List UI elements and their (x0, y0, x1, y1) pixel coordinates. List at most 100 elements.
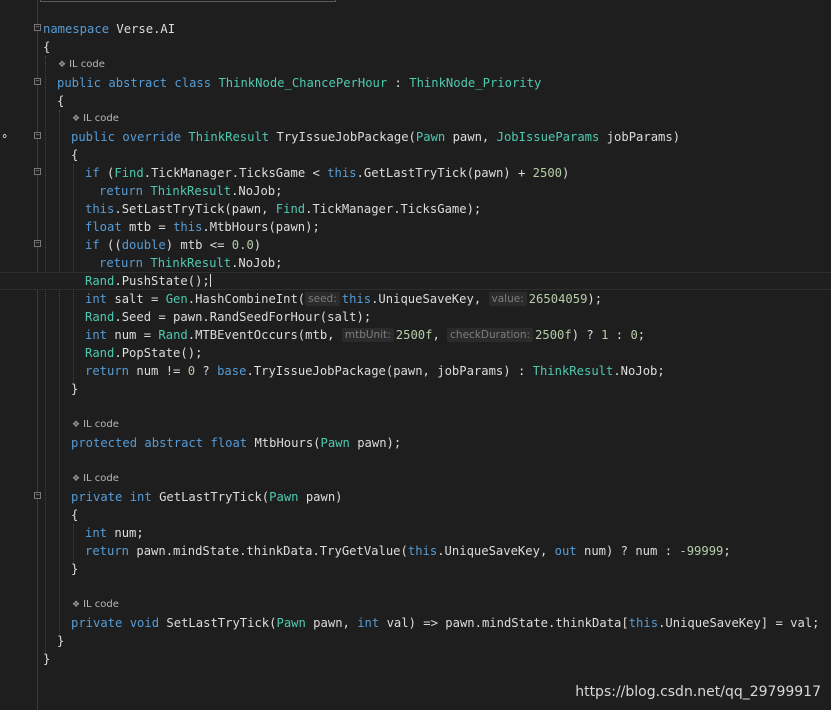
code-token: pawn); (349, 436, 402, 450)
code-token: pawn) (298, 490, 343, 504)
il-code-icon: ❖ (72, 420, 81, 430)
code-lens-label: IL code (83, 419, 119, 430)
code-line: return pawn.mindState.thinkData.TryGetVa… (0, 542, 831, 560)
code-token: 2500f (535, 328, 572, 342)
code-token: { (71, 148, 79, 162)
code-lens[interactable]: ❖ IL code (72, 112, 119, 126)
code-lens[interactable]: ❖ IL code (58, 58, 105, 72)
code-lens-label: IL code (83, 113, 119, 124)
code-token: { (57, 94, 65, 108)
code-token: private (71, 616, 123, 630)
code-token: pawn, (445, 130, 497, 144)
code-lens[interactable]: ❖ IL code (72, 598, 119, 612)
code-token: .NoJob; (613, 364, 665, 378)
code-line: private void SetLastTryTick(Pawn pawn, i… (0, 614, 831, 632)
code-token: int (85, 292, 108, 306)
code-line: − if (Find.TickManager.TicksGame < this.… (0, 164, 831, 182)
code-token: .MtbHours(pawn); (202, 220, 320, 234)
code-token: ThinkNode_ChancePerHour (218, 76, 388, 90)
code-token: ; (723, 544, 731, 558)
code-line: } (0, 632, 831, 650)
code-token: void (129, 616, 160, 630)
code-token: mtb = (121, 220, 174, 234)
collapse-toggle-icon[interactable]: − (34, 168, 41, 175)
code-token: int (85, 328, 108, 342)
code-token: ThinkNode_Priority (409, 76, 542, 90)
code-token: ; (637, 328, 646, 342)
code-line: Rand.PopState(); (0, 344, 831, 362)
code-line: { (0, 506, 831, 524)
collapse-toggle-icon[interactable]: − (34, 24, 41, 31)
il-code-icon: ❖ (58, 60, 67, 70)
code-token: MtbHours( (247, 436, 321, 450)
code-token: .UniqueSaveKey, (437, 544, 555, 558)
code-token: float (210, 436, 248, 450)
code-token: .Seed = pawn.RandSeedForHour(salt); (114, 310, 372, 324)
code-lens[interactable]: ❖ IL code (72, 418, 119, 432)
collapse-toggle-icon[interactable]: − (34, 132, 41, 139)
param-hint-value: value: (488, 292, 527, 306)
param-hint-mtbunit: mtbUnit: (341, 328, 394, 342)
code-token: .MTBEventOccurs(mtb, (187, 328, 342, 342)
code-line: { (0, 92, 831, 110)
code-token: Rand (85, 274, 115, 288)
code-token: SetLastTryTick( (159, 616, 277, 630)
code-line: return ThinkResult.NoJob; (0, 254, 831, 272)
code-token: num; (107, 526, 144, 540)
code-line: { (0, 146, 831, 164)
collapse-toggle-icon[interactable]: − (34, 240, 41, 247)
code-token: ThinkResult (150, 256, 232, 270)
code-token: Rand (85, 346, 115, 360)
code-token: public (71, 130, 116, 144)
code-line: } (0, 380, 831, 398)
code-lens-label: IL code (69, 59, 105, 70)
code-token: abstract (144, 436, 204, 450)
code-token: protected (71, 436, 138, 450)
code-token: 0.0 (231, 238, 254, 252)
code-lens[interactable]: ❖ IL code (72, 472, 119, 486)
code-line: int num = Rand.MTBEventOccurs(mtb, mtbUn… (0, 326, 831, 344)
code-token: salt = (107, 292, 166, 306)
code-token: this (341, 292, 372, 306)
code-token: this (85, 202, 115, 216)
code-token: 26504059 (528, 292, 588, 306)
code-token: return (85, 544, 130, 558)
code-token: .TickManager.TicksGame < (143, 166, 328, 180)
code-token: if (85, 166, 100, 180)
code-token: if (85, 238, 100, 252)
code-line: this.SetLastTryTick(pawn, Find.TickManag… (0, 200, 831, 218)
code-line: int salt = Gen.HashCombineInt(seed: this.… (0, 290, 831, 308)
code-line: int num; (0, 524, 831, 542)
code-token: ThinkResult (188, 130, 270, 144)
code-token: abstract (108, 76, 168, 90)
il-code-icon: ❖ (72, 474, 81, 484)
code-token: out (554, 544, 577, 558)
code-token: override (122, 130, 182, 144)
code-token: float (85, 220, 122, 234)
code-token: ThinkResult (150, 184, 232, 198)
code-token: .GetLastTryTick(pawn) + (356, 166, 533, 180)
collapse-toggle-icon[interactable]: − (34, 78, 41, 85)
param-hint-checkduration: checkDuration: (447, 328, 534, 342)
code-token: -99999 (679, 544, 724, 558)
code-token: num != (129, 364, 188, 378)
code-token: , (432, 328, 448, 342)
code-token: pawn, (305, 616, 358, 630)
collapse-toggle-icon[interactable]: − (34, 492, 41, 499)
code-token: .TickManager.TicksGame); (305, 202, 482, 216)
code-token: Rand (85, 310, 115, 324)
code-token: Pawn (276, 616, 306, 630)
code-token: Rand (158, 328, 188, 342)
code-line: return ThinkResult.NoJob; (0, 182, 831, 200)
code-line: } (0, 560, 831, 578)
search-box-edge (40, 0, 336, 2)
code-token: val) => pawn.mindState.thinkData[ (379, 616, 629, 630)
code-token: pawn.mindState.thinkData.TryGetValue( (129, 544, 408, 558)
code-token: GetLastTryTick( (151, 490, 270, 504)
code-line: − namespace Verse.AI (0, 20, 831, 38)
code-token: .PopState(); (114, 346, 203, 360)
code-token: 0 (187, 364, 196, 378)
code-token: return (99, 184, 144, 198)
code-token: this (327, 166, 357, 180)
watermark: https://blog.csdn.net/qq_29799917 (575, 684, 821, 700)
